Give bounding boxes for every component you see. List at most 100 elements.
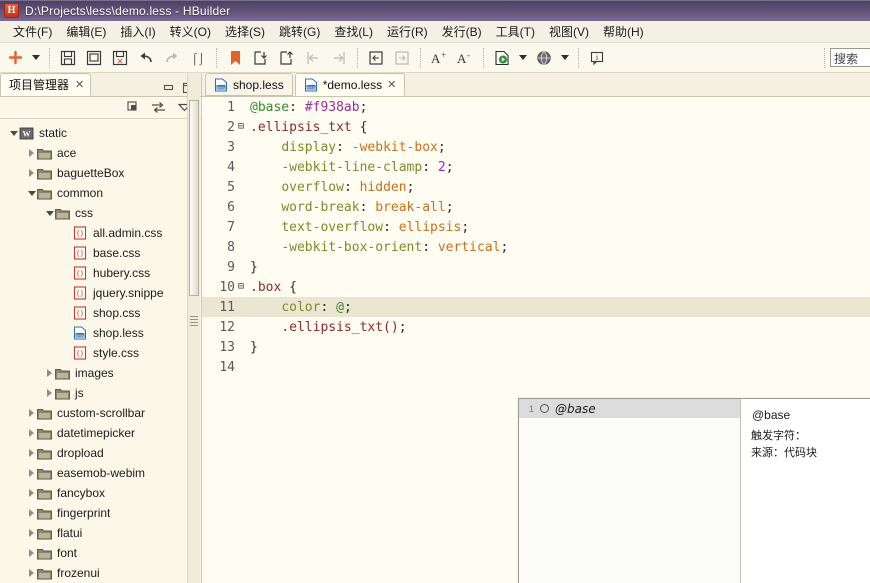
menu-run[interactable]: 运行(R) (380, 21, 435, 42)
chevron-right-icon[interactable] (26, 409, 37, 417)
code-line[interactable]: 9} (202, 257, 870, 277)
tree-item-style-css[interactable]: {} style.css (0, 343, 201, 363)
chevron-right-icon[interactable] (26, 569, 37, 577)
code-line[interactable]: 1 @base: #f938ab; (202, 97, 870, 117)
chevron-right-icon[interactable] (44, 369, 55, 377)
tree-item-fingerprint[interactable]: fingerprint (0, 503, 201, 523)
project-tree[interactable]: Wstatic ace baguetteBox common css {} all.admi… (0, 119, 201, 583)
chevron-right-icon[interactable] (26, 529, 37, 537)
bookmark-icon[interactable] (222, 46, 248, 70)
tree-item-dropload[interactable]: dropload (0, 443, 201, 463)
menu-select[interactable]: 选择(S) (218, 21, 272, 42)
chevron-right-icon[interactable] (26, 509, 37, 517)
tree-item-base-css[interactable]: {} base.css (0, 243, 201, 263)
chevron-right-icon[interactable] (26, 149, 37, 157)
tree-item-jquery-snippe[interactable]: {} jquery.snippe (0, 283, 201, 303)
tree-item-datetimepicker[interactable]: datetimepicker (0, 423, 201, 443)
editor-tab-shopless[interactable]: less shop.less (205, 73, 293, 96)
font-decrease-icon[interactable]: A- (452, 46, 478, 70)
code-line[interactable]: 2 ⊟ .ellipsis_txt { (202, 117, 870, 137)
chevron-right-icon[interactable] (26, 549, 37, 557)
autocomplete-item[interactable]: 1 @base (519, 399, 740, 418)
tree-item-common[interactable]: common (0, 183, 201, 203)
chevron-right-icon[interactable] (26, 449, 37, 457)
menu-find[interactable]: 查找(L) (327, 21, 380, 42)
code-line[interactable]: 7 text-overflow: ellipsis; (202, 217, 870, 237)
tree-item-easemob-webim[interactable]: easemob-webim (0, 463, 201, 483)
undo-icon[interactable] (133, 46, 159, 70)
tab-project-manager[interactable]: 项目管理器 ✕ (0, 73, 92, 96)
scrollbar-thumb[interactable] (189, 100, 199, 296)
code-line[interactable]: 10 ⊟ .box { (202, 277, 870, 297)
editor-tab-demoless[interactable]: less *demo.less ✕ (294, 73, 406, 96)
tree-item-css[interactable]: css (0, 203, 201, 223)
tree-item-images[interactable]: images (0, 363, 201, 383)
tree-item-fancybox[interactable]: fancybox (0, 483, 201, 503)
new-dropdown-caret-icon[interactable] (28, 46, 44, 70)
search-input[interactable]: 搜索 (830, 48, 870, 67)
browser-icon[interactable] (531, 46, 557, 70)
chevron-down-icon[interactable] (44, 210, 55, 216)
close-icon[interactable]: ✕ (387, 78, 396, 91)
code-line[interactable]: 13} (202, 337, 870, 357)
project-tree-scrollbar[interactable] (187, 73, 200, 583)
font-increase-icon[interactable]: A + (426, 46, 452, 70)
tree-item-custom-scrollbar[interactable]: custom-scrollbar (0, 403, 201, 423)
format-code-icon[interactable]: ⌠⌡ (185, 46, 211, 70)
chevron-right-icon[interactable] (26, 469, 37, 477)
tree-item-font[interactable]: font (0, 543, 201, 563)
fold-toggle-icon[interactable]: ⊟ (236, 277, 246, 297)
collapse-all-icon[interactable] (127, 101, 140, 114)
menu-publish[interactable]: 发行(B) (435, 21, 489, 42)
indent-icon[interactable] (363, 46, 389, 70)
menu-insert[interactable]: 插入(I) (113, 21, 162, 42)
minimize-icon[interactable] (162, 82, 175, 94)
chevron-right-icon[interactable] (44, 389, 55, 397)
autocomplete-list[interactable]: 1 @base (519, 399, 741, 583)
tree-item-shop-less[interactable]: less shop.less (0, 323, 201, 343)
run-dropdown-caret-icon[interactable] (515, 46, 531, 70)
code-line[interactable]: 4 -webkit-line-clamp: 2; (202, 157, 870, 177)
fold-toggle-icon[interactable]: ⊟ (236, 117, 246, 137)
new-plus-icon[interactable] (2, 46, 28, 70)
tree-item-flatui[interactable]: flatui (0, 523, 201, 543)
tree-item-baguettebox[interactable]: baguetteBox (0, 163, 201, 183)
bookmark-add-icon[interactable] (248, 46, 274, 70)
menu-goto[interactable]: 跳转(G) (272, 21, 327, 42)
run-icon[interactable] (489, 46, 515, 70)
tree-item-ace[interactable]: ace (0, 143, 201, 163)
menu-escape[interactable]: 转义(O) (163, 21, 218, 42)
link-with-editor-icon[interactable] (151, 101, 166, 114)
code-line[interactable]: 12 .ellipsis_txt(); (202, 317, 870, 337)
menu-edit[interactable]: 编辑(E) (59, 21, 113, 42)
chevron-right-icon[interactable] (26, 489, 37, 497)
save-as-icon[interactable] (81, 46, 107, 70)
autocomplete-popup[interactable]: 1@base @base 触发字符： 来源：代码块 使用小键盘输入数字 (518, 398, 870, 583)
tree-item-static[interactable]: Wstatic (0, 123, 201, 143)
menu-file[interactable]: 文件(F) (6, 21, 59, 42)
menu-help[interactable]: 帮助(H) (596, 21, 651, 42)
save-all-icon[interactable]: ✕ (107, 46, 133, 70)
chevron-down-icon[interactable] (26, 190, 37, 196)
code-line[interactable]: 5 overflow: hidden; (202, 177, 870, 197)
code-line[interactable]: 3 display: -webkit-box; (202, 137, 870, 157)
code-line[interactable]: 11 color: @; (202, 297, 870, 317)
code-line[interactable]: 6 word-break: break-all; (202, 197, 870, 217)
tree-item-shop-css[interactable]: {} shop.css (0, 303, 201, 323)
menu-tools[interactable]: 工具(T) (489, 21, 542, 42)
browser-dropdown-caret-icon[interactable] (557, 46, 573, 70)
tree-item-hubery-css[interactable]: {} hubery.css (0, 263, 201, 283)
save-icon[interactable] (55, 46, 81, 70)
tree-item-all-admin-css[interactable]: {} all.admin.css (0, 223, 201, 243)
menu-view[interactable]: 视图(V) (542, 21, 596, 42)
close-icon[interactable]: ✕ (75, 78, 84, 91)
bookmark-remove-icon[interactable] (274, 46, 300, 70)
chevron-right-icon[interactable] (26, 429, 37, 437)
code-line[interactable]: 14 (202, 357, 870, 377)
chevron-right-icon[interactable] (26, 169, 37, 177)
info-icon[interactable]: i (584, 46, 610, 70)
code-line[interactable]: 8 -webkit-box-orient: vertical; (202, 237, 870, 257)
tree-item-js[interactable]: js (0, 383, 201, 403)
chevron-down-icon[interactable] (8, 130, 19, 136)
tree-item-frozenui[interactable]: frozenui (0, 563, 201, 583)
